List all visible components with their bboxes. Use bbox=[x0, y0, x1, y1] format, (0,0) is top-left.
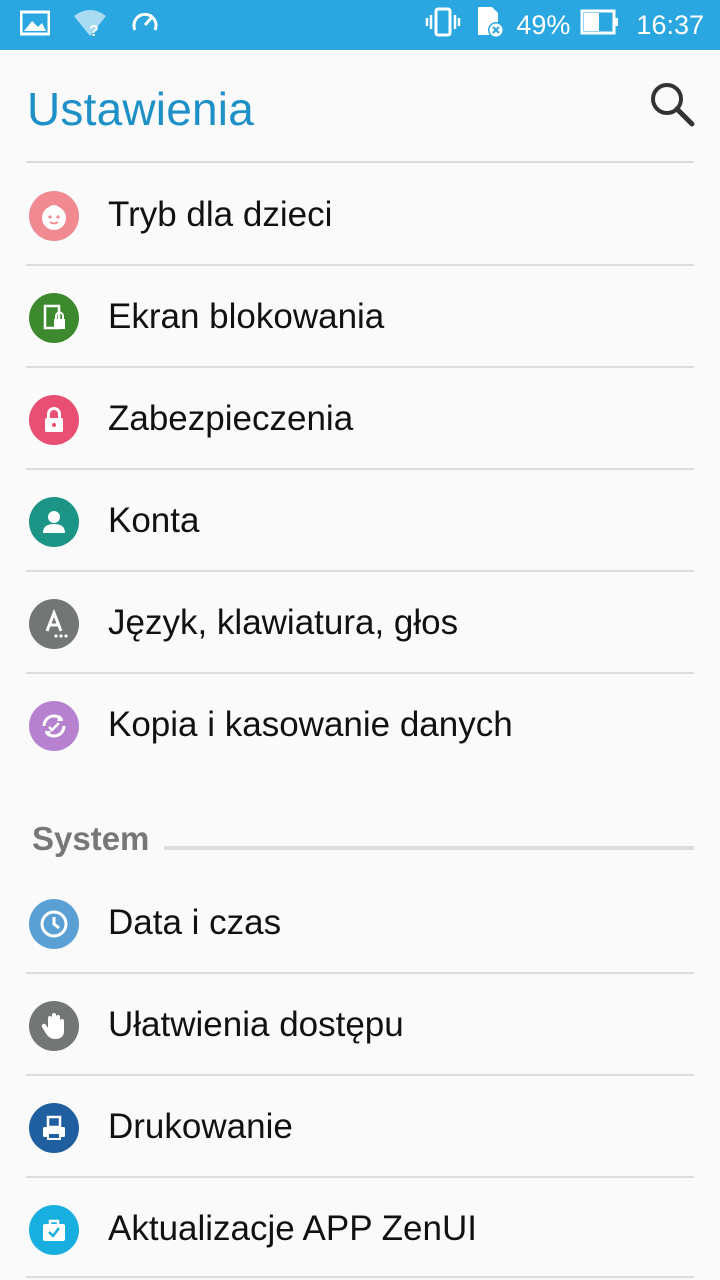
status-bar: ? 49% 16:37 bbox=[0, 0, 720, 50]
settings-item-lock-screen[interactable]: Ekran blokowania bbox=[0, 267, 720, 367]
section-divider bbox=[164, 846, 694, 850]
hand-icon bbox=[29, 1001, 79, 1051]
settings-item-label: Tryb dla dzieci bbox=[108, 195, 333, 234]
settings-item-accessibility[interactable]: Ułatwienia dostępu bbox=[0, 975, 720, 1075]
divider bbox=[26, 366, 694, 368]
section-title: System bbox=[32, 820, 150, 857]
speed-icon bbox=[130, 8, 160, 43]
divider bbox=[26, 468, 694, 470]
divider bbox=[26, 1176, 694, 1178]
divider bbox=[26, 1276, 694, 1278]
divider bbox=[26, 161, 694, 163]
person-icon bbox=[29, 497, 79, 547]
settings-item-label: Data i czas bbox=[108, 903, 282, 942]
settings-item-printing[interactable]: Drukowanie bbox=[0, 1077, 720, 1177]
search-button[interactable] bbox=[648, 80, 696, 128]
app-header: Ustawienia bbox=[0, 50, 720, 162]
gallery-icon bbox=[19, 10, 51, 41]
settings-item-label: Kopia i kasowanie danych bbox=[108, 705, 513, 744]
settings-item-kids-mode[interactable]: Tryb dla dzieci bbox=[0, 165, 720, 265]
settings-item-label: Drukowanie bbox=[108, 1107, 293, 1146]
settings-item-label: Język, klawiatura, głos bbox=[108, 603, 459, 642]
settings-item-label: Aktualizacje APP ZenUI bbox=[108, 1209, 477, 1248]
kid-face-icon bbox=[29, 191, 79, 241]
section-header-system: System bbox=[0, 808, 720, 868]
battery-icon bbox=[580, 8, 620, 43]
vibrate-icon bbox=[424, 6, 462, 45]
svg-text:?: ? bbox=[89, 23, 99, 38]
lock-screen-icon bbox=[29, 293, 79, 343]
settings-item-language[interactable]: Język, klawiatura, głos bbox=[0, 573, 720, 673]
wifi-unknown-icon: ? bbox=[72, 8, 108, 43]
settings-item-date-time[interactable]: Data i czas bbox=[0, 873, 720, 973]
settings-item-label: Ekran blokowania bbox=[108, 297, 385, 336]
divider bbox=[26, 672, 694, 674]
sd-card-removed-icon bbox=[472, 5, 506, 46]
divider bbox=[26, 1074, 694, 1076]
printer-icon bbox=[29, 1103, 79, 1153]
clock-time: 16:37 bbox=[636, 9, 704, 40]
battery-percent: 49% bbox=[516, 9, 571, 40]
language-icon bbox=[29, 599, 79, 649]
backup-icon bbox=[29, 701, 79, 751]
search-icon bbox=[648, 83, 696, 132]
settings-item-label: Zabezpieczenia bbox=[108, 399, 354, 438]
divider bbox=[26, 264, 694, 266]
settings-item-zenui-updates[interactable]: Aktualizacje APP ZenUI bbox=[0, 1179, 720, 1279]
update-bag-icon bbox=[29, 1205, 79, 1255]
settings-item-label: Konta bbox=[108, 501, 200, 540]
settings-item-security[interactable]: Zabezpieczenia bbox=[0, 369, 720, 469]
page-title: Ustawienia bbox=[27, 83, 254, 135]
settings-item-label: Ułatwienia dostępu bbox=[108, 1005, 404, 1044]
padlock-icon bbox=[29, 395, 79, 445]
divider bbox=[26, 972, 694, 974]
divider bbox=[26, 570, 694, 572]
settings-item-backup[interactable]: Kopia i kasowanie danych bbox=[0, 675, 720, 775]
settings-item-accounts[interactable]: Konta bbox=[0, 471, 720, 571]
clock-icon bbox=[29, 899, 79, 949]
